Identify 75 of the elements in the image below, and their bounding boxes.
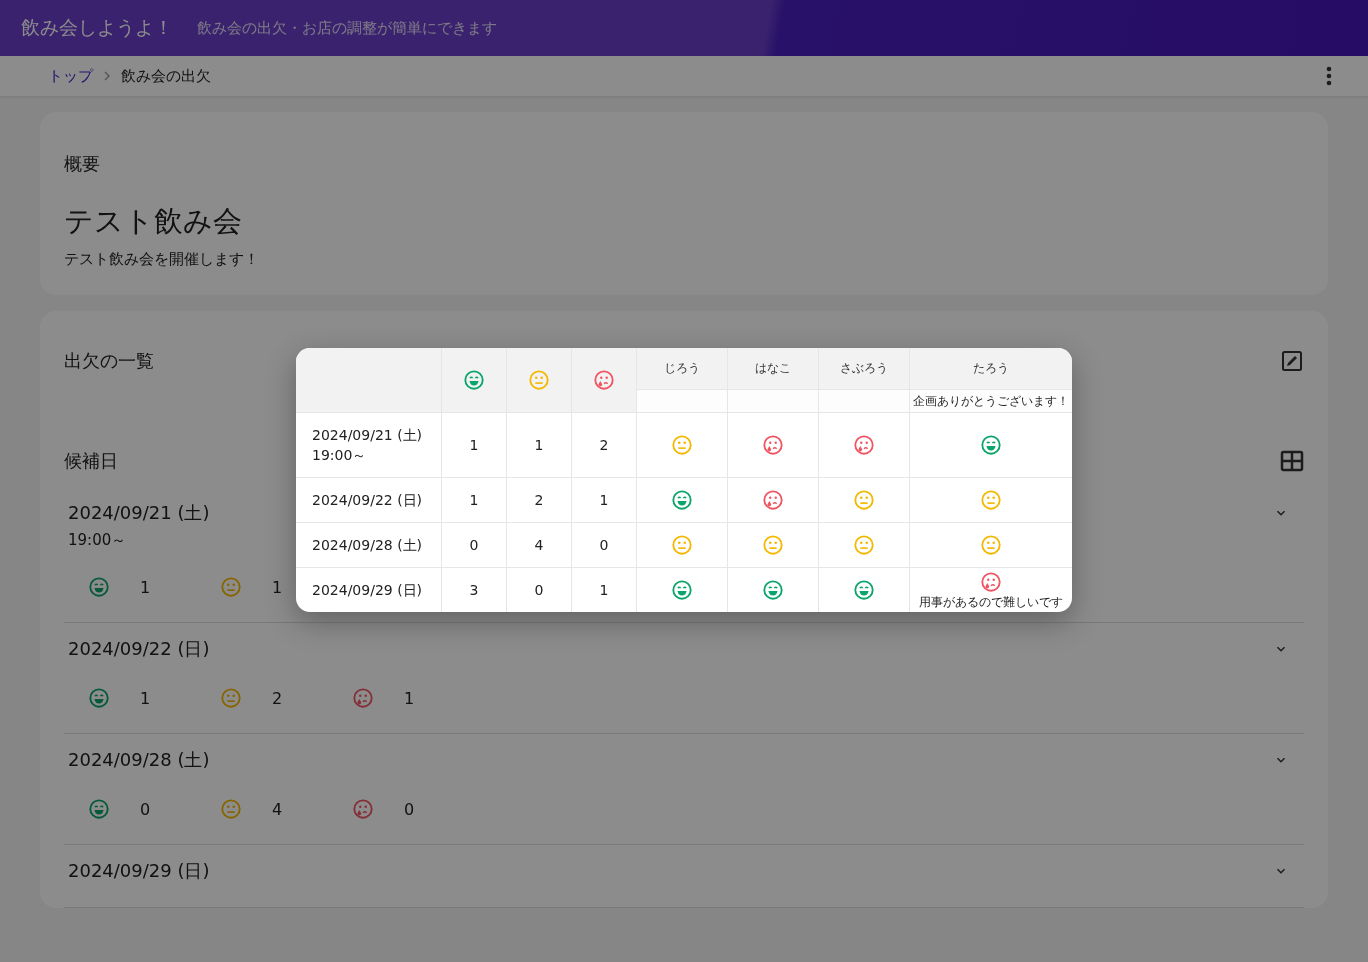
member-name: じろう	[636, 348, 728, 390]
date-cell-text: 2024/09/28 (土)	[312, 536, 424, 555]
event-title: テスト飲み会	[64, 203, 243, 240]
answer-comment: 用事があるので難しいです	[918, 594, 1064, 610]
section-heading: 概要	[64, 152, 101, 176]
member-name: さぶろう	[818, 348, 910, 390]
neutral-face-icon	[980, 489, 1002, 511]
response-count: 1	[140, 577, 151, 597]
count-cell: 0	[534, 582, 544, 598]
breadcrumb-link[interactable]: トップ	[48, 66, 93, 86]
response-count: 1	[272, 577, 283, 597]
section-heading: 出欠の一覧	[64, 349, 154, 373]
member-name: はなこ	[727, 348, 819, 390]
smiling-face-icon	[762, 579, 784, 601]
smiling-face-icon	[671, 489, 693, 511]
crying-face-icon	[352, 798, 374, 820]
smiling-face-icon	[88, 687, 110, 709]
crying-face-icon	[762, 434, 784, 456]
count-cell: 4	[534, 537, 544, 553]
count-cell: 1	[469, 437, 479, 453]
section-heading: 候補日	[64, 449, 118, 473]
neutral-face-icon	[220, 798, 242, 820]
neutral-face-icon	[853, 534, 875, 556]
smiling-face-icon	[853, 579, 875, 601]
neutral-face-icon	[853, 489, 875, 511]
crying-face-icon	[853, 434, 875, 456]
neutral-face-icon	[980, 534, 1002, 556]
event-description: テスト飲み会を開催します！	[64, 250, 260, 269]
count-cell: 1	[534, 437, 544, 453]
smiling-face-icon	[463, 369, 485, 391]
smiling-face-icon	[88, 798, 110, 820]
smiling-face-icon	[671, 579, 693, 601]
candidate-date: 2024/09/28 (土)	[68, 748, 210, 772]
count-cell: 0	[599, 537, 609, 553]
count-cell: 2	[599, 437, 609, 453]
candidate-date: 2024/09/29 (日)	[68, 859, 210, 883]
response-count: 0	[140, 799, 151, 819]
more-menu-icon[interactable]	[1326, 66, 1332, 86]
count-cell: 1	[599, 492, 609, 508]
edit-icon[interactable]	[1280, 349, 1304, 373]
response-count: 4	[272, 799, 283, 819]
chevron-right-icon	[103, 71, 111, 81]
neutral-face-icon	[220, 576, 242, 598]
response-count: 1	[404, 688, 415, 708]
app-title: 飲み会しようよ！	[21, 15, 173, 40]
count-cell: 1	[599, 582, 609, 598]
table-icon[interactable]	[1280, 450, 1304, 472]
neutral-face-icon	[220, 687, 242, 709]
smiling-face-icon	[980, 434, 1002, 456]
member-name: たろう	[909, 348, 1072, 390]
date-cell-text: 2024/09/21 (土) 19:00～	[312, 426, 424, 465]
response-count: 2	[272, 688, 283, 708]
date-cell-text: 2024/09/22 (日)	[312, 491, 424, 510]
neutral-face-icon	[671, 534, 693, 556]
crying-face-icon	[352, 687, 374, 709]
response-count: 0	[404, 799, 415, 819]
count-cell: 3	[469, 582, 479, 598]
crying-face-icon	[762, 489, 784, 511]
smiling-face-icon	[88, 576, 110, 598]
candidate-time: 19:00～	[68, 531, 127, 550]
count-cell: 1	[469, 492, 479, 508]
crying-face-icon	[593, 369, 615, 391]
response-count: 1	[140, 688, 151, 708]
neutral-face-icon	[762, 534, 784, 556]
breadcrumb-current[interactable]: 飲み会の出欠	[121, 66, 211, 86]
app-subtitle: 飲み会の出欠・お店の調整が簡単にできます	[197, 18, 497, 38]
neutral-face-icon	[528, 369, 550, 391]
count-cell: 0	[469, 537, 479, 553]
candidate-date: 2024/09/21 (土)	[68, 501, 210, 525]
crying-face-icon	[980, 570, 1002, 593]
date-cell-text: 2024/09/29 (日)	[312, 581, 424, 600]
neutral-face-icon	[671, 434, 693, 456]
candidate-date: 2024/09/22 (日)	[68, 637, 210, 661]
member-comment: 企画ありがとうございます！	[909, 389, 1072, 413]
count-cell: 2	[534, 492, 544, 508]
